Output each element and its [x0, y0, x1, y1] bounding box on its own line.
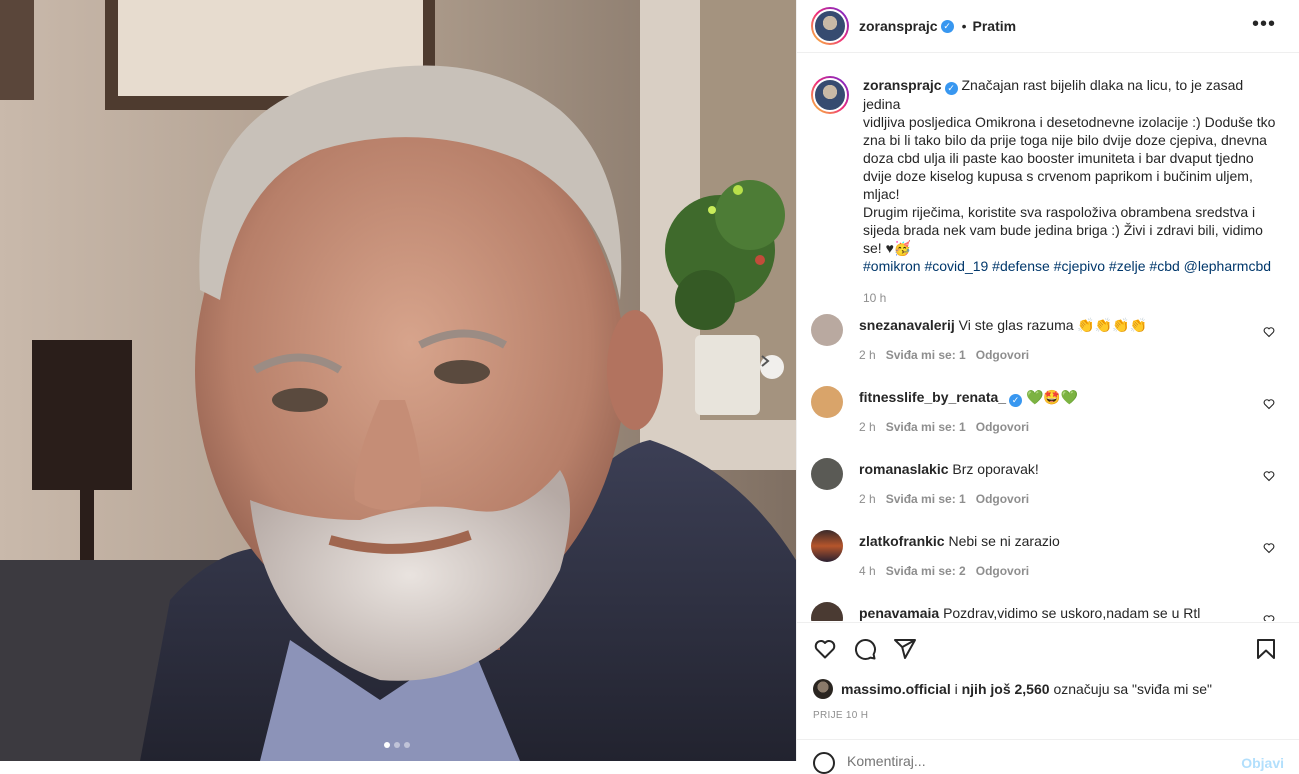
comment-text: 💚🤩💚	[1025, 389, 1079, 405]
likes-suffix: označuju sa "sviđa mi se"	[1053, 681, 1213, 697]
post-modal: zoransprajc ✓ • Pratim ••• zoransprajc ✓ …	[0, 0, 1299, 774]
bookmark-icon[interactable]	[1254, 637, 1278, 661]
comment-item: romanaslakic Brz oporavak! 2 h Sviđa mi s…	[811, 458, 1287, 518]
comment-time: 2 h	[859, 492, 876, 506]
caption-line: zna bi li tako bilo da prije toga nije b…	[863, 132, 1267, 148]
comment-text: Vi ste glas razuma 👏👏👏👏	[958, 317, 1148, 333]
more-icon[interactable]: •••	[1252, 13, 1276, 36]
commenter-avatar[interactable]	[811, 530, 843, 562]
carousel-indicator	[384, 742, 410, 748]
share-icon[interactable]	[893, 637, 917, 661]
caption-line: Drugim riječima, koristite sva raspoloži…	[863, 204, 1256, 220]
comment-icon[interactable]	[853, 637, 877, 661]
caption-line: dvije doze kiselog kupusa s crvenom papr…	[863, 168, 1253, 184]
comment-likes[interactable]: Sviđa mi se: 1	[886, 492, 966, 506]
comment-time: 2 h	[859, 420, 876, 434]
heart-icon[interactable]	[1263, 470, 1275, 482]
comment-time: 2 h	[859, 348, 876, 362]
reply-button[interactable]: Odgovori	[976, 564, 1029, 578]
commenter-avatar[interactable]	[811, 602, 843, 621]
following-button[interactable]: Pratim	[973, 18, 1017, 34]
commenter-avatar[interactable]	[811, 458, 843, 490]
next-image-button[interactable]	[760, 355, 784, 379]
likes-summary: massimo.official i njih još 2,560 označu…	[813, 679, 1212, 699]
caption-line: mljac!	[863, 186, 900, 202]
heart-icon[interactable]	[1263, 542, 1275, 554]
add-comment-bar: Objavi	[797, 739, 1299, 774]
verified-icon: ✓	[940, 19, 954, 33]
post-caption: zoransprajc ✓ Značajan rast bijelih dlaka…	[811, 76, 1291, 307]
post-actions: massimo.official i njih još 2,560 označu…	[797, 622, 1299, 774]
comment-input[interactable]	[847, 753, 1207, 769]
post-side-panel: zoransprajc ✓ • Pratim ••• zoransprajc ✓ …	[796, 0, 1299, 774]
commenter-username[interactable]: romanaslakic	[859, 461, 949, 477]
caption-line: doza cbd ulja ili paste kao booster imun…	[863, 150, 1254, 166]
commenter-username[interactable]: snezanavalerij	[859, 317, 955, 333]
heart-icon[interactable]	[1263, 326, 1275, 338]
carousel-dot	[394, 742, 400, 748]
liker-username[interactable]: massimo.official	[841, 681, 951, 697]
separator-dot: •	[961, 18, 967, 34]
comment-time: 4 h	[859, 564, 876, 578]
caption-time: 10 h	[863, 291, 887, 305]
heart-icon[interactable]	[813, 637, 837, 661]
caption-avatar[interactable]	[811, 76, 849, 114]
commenter-avatar[interactable]	[811, 314, 843, 346]
author-avatar[interactable]	[811, 7, 849, 45]
comment-likes[interactable]: Sviđa mi se: 1	[886, 348, 966, 362]
commenter-username[interactable]: fitnesslife_by_renata_	[859, 389, 1006, 405]
post-comment-button[interactable]: Objavi	[1241, 755, 1284, 771]
reply-button[interactable]: Odgovori	[976, 420, 1029, 434]
heart-icon[interactable]	[1263, 614, 1275, 621]
emoji-icon[interactable]	[813, 752, 835, 774]
post-photo[interactable]	[0, 0, 796, 761]
verified-icon: ✓	[1009, 394, 1023, 407]
comment-likes[interactable]: Sviđa mi se: 2	[886, 564, 966, 578]
reply-button[interactable]: Odgovori	[976, 492, 1029, 506]
caption-line: sijeda brada nek vam bude jedina briga :…	[863, 222, 1263, 238]
caption-username[interactable]: zoransprajc	[863, 77, 942, 93]
commenter-avatar[interactable]	[811, 386, 843, 418]
scrollbar[interactable]	[1289, 0, 1299, 761]
caption-line: vidljiva posljedica Omikrona i desetodne…	[863, 114, 1276, 130]
commenter-username[interactable]: penavamaia	[859, 605, 939, 621]
commenter-username[interactable]: zlatkofrankic	[859, 533, 945, 549]
comment-text: Pozdrav,vidimo se uskoro,nadam se u Rtl	[943, 605, 1201, 621]
caption-hashtags[interactable]: #omikron #covid_19 #defense #cjepivo #ze…	[863, 257, 1277, 275]
comment-text: Nebi se ni zarazio	[948, 533, 1060, 549]
author-username[interactable]: zoransprajc	[859, 18, 938, 34]
comment-item: snezanavalerij Vi ste glas razuma 👏👏👏👏 2…	[811, 314, 1287, 374]
post-date: PRIJE 10 H	[813, 710, 869, 721]
post-header: zoransprajc ✓ • Pratim •••	[797, 0, 1299, 53]
comment-item: zlatkofrankic Nebi se ni zarazio 4 h Sviđ…	[811, 530, 1287, 590]
reply-button[interactable]: Odgovori	[976, 348, 1029, 362]
verified-icon: ✓	[944, 82, 958, 95]
comment-text: Brz oporavak!	[952, 461, 1039, 477]
caption-line: se! ♥🥳	[863, 240, 912, 256]
comment-item: penavamaia Pozdrav,vidimo se uskoro,nada…	[811, 602, 1287, 621]
chevron-right-icon	[761, 355, 770, 367]
likes-connector: i	[954, 681, 958, 697]
comment-item: fitnesslife_by_renata_ ✓ 💚🤩💚 2 h Sviđa mi …	[811, 386, 1287, 446]
liker-avatar[interactable]	[813, 679, 833, 699]
carousel-dot	[384, 742, 390, 748]
comment-likes[interactable]: Sviđa mi se: 1	[886, 420, 966, 434]
comments-scroll-area[interactable]: zoransprajc ✓ Značajan rast bijelih dlaka…	[797, 54, 1299, 621]
heart-icon[interactable]	[1263, 398, 1275, 410]
portrait-image	[0, 0, 796, 761]
likes-count[interactable]: njih još 2,560	[962, 681, 1050, 697]
carousel-dot	[404, 742, 410, 748]
